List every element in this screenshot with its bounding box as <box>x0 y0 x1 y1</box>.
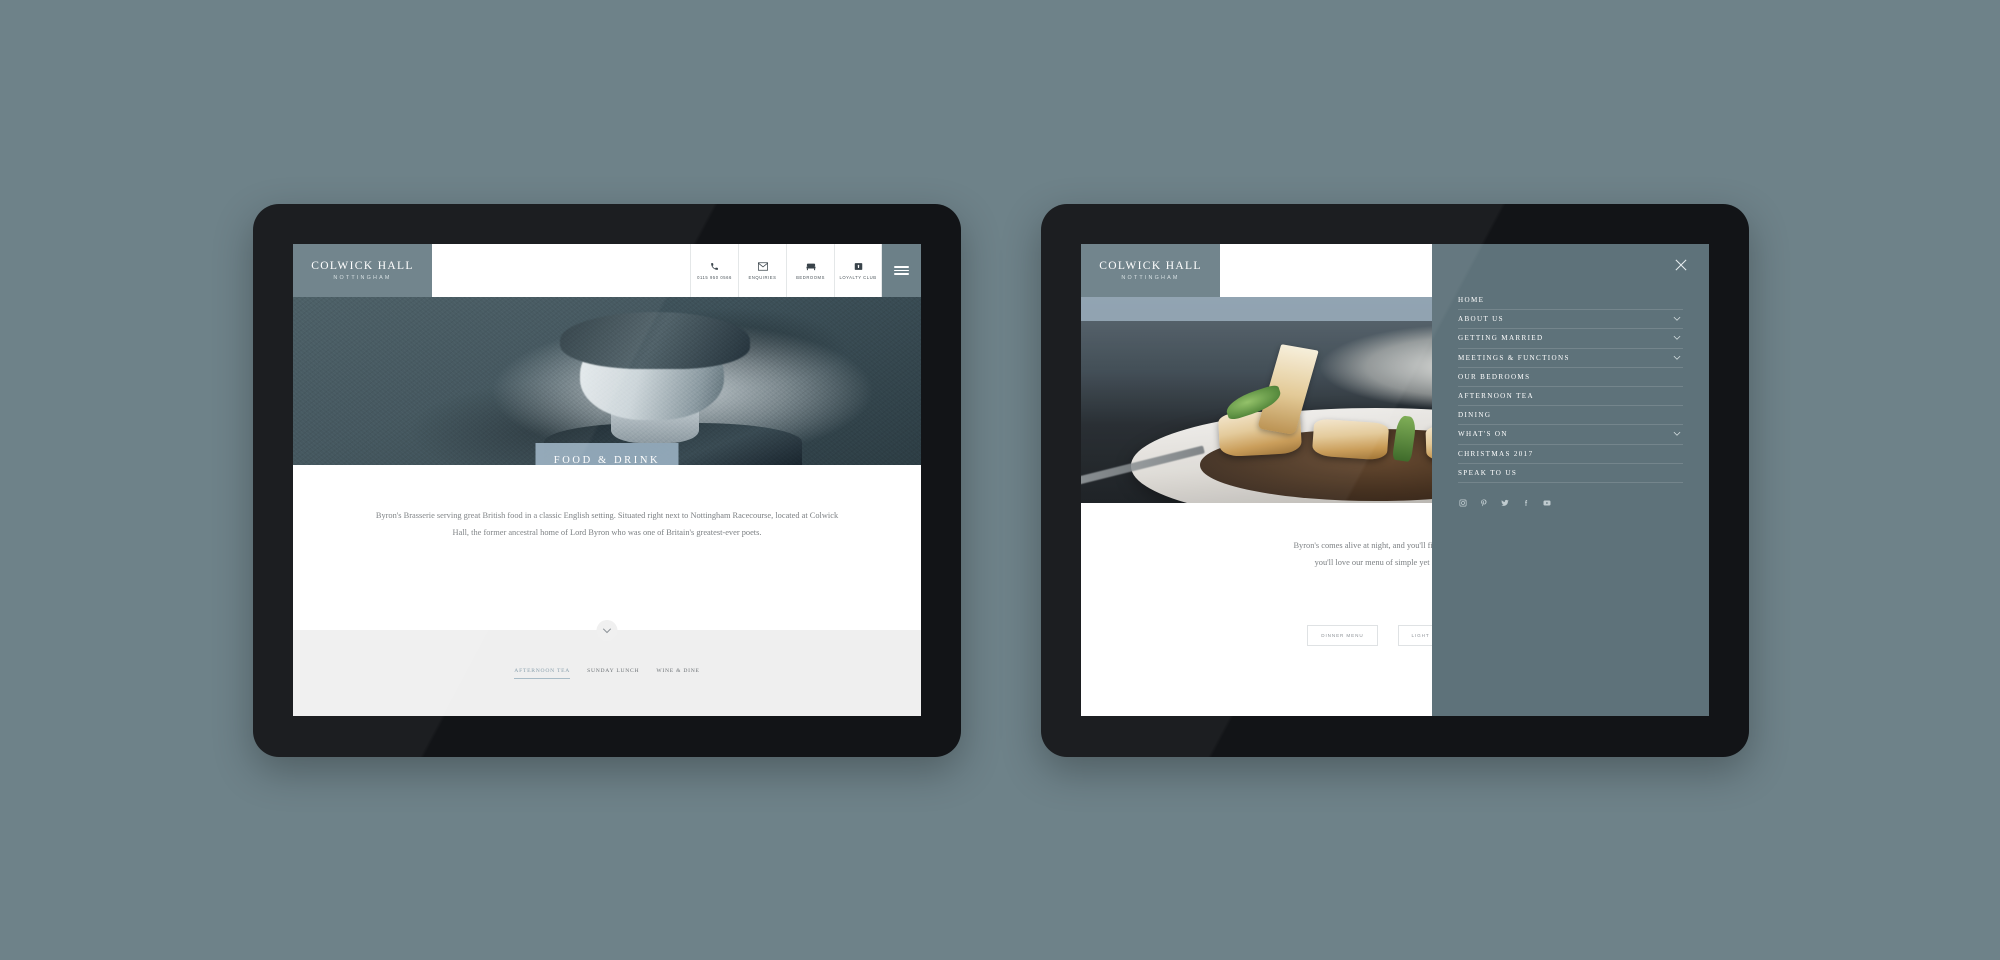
nav-item-about-us[interactable]: ABOUT US <box>1458 310 1683 330</box>
right-screen: COLWICK HALL NOTTINGHAM Byron's comes al… <box>1081 244 1709 716</box>
chevron-down-icon[interactable] <box>1673 432 1681 437</box>
facebook-icon[interactable] <box>1522 499 1530 507</box>
tab-afternoon-tea[interactable]: AFTERNOON TEA <box>514 668 571 679</box>
hero-title-plate: FOOD & DRINK AT COLWICK HALL <box>535 443 679 466</box>
brand-subtitle: NOTTINGHAM <box>333 275 392 281</box>
brand-logo-right[interactable]: COLWICK HALL NOTTINGHAM <box>1081 244 1220 297</box>
nav-item-label: MEETINGS & FUNCTIONS <box>1458 353 1570 362</box>
left-screen: COLWICK HALL NOTTINGHAM 0115 950 0566 EN… <box>293 244 921 716</box>
header-action-phone[interactable]: 0115 950 0566 <box>690 244 738 297</box>
brand-logo-left[interactable]: COLWICK HALL NOTTINGHAM <box>293 244 432 297</box>
portrait-illustration <box>544 305 802 465</box>
pinterest-icon[interactable] <box>1480 499 1488 507</box>
header-action-phone-label: 0115 950 0566 <box>697 274 732 280</box>
social-links <box>1458 499 1683 507</box>
nav-item-whats-on[interactable]: WHAT'S ON <box>1458 425 1683 445</box>
site-header-left: COLWICK HALL NOTTINGHAM 0115 950 0566 EN… <box>293 244 921 297</box>
brand-subtitle: NOTTINGHAM <box>1121 275 1180 281</box>
header-action-loyalty-club-label: LOYALTY CLUB <box>839 274 877 280</box>
nav-item-label: SPEAK TO US <box>1458 468 1518 477</box>
chevron-down-icon[interactable] <box>596 620 618 641</box>
nav-item-meetings-and-functions[interactable]: MEETINGS & FUNCTIONS <box>1458 349 1683 368</box>
nav-item-label: HOME <box>1458 296 1485 305</box>
nav-item-getting-married[interactable]: GETTING MARRIED <box>1458 329 1683 349</box>
header-action-loyalty-club[interactable]: LOYALTY CLUB <box>834 244 882 297</box>
dinner-menu-button[interactable]: DINNER MENU <box>1307 625 1378 646</box>
phone-icon <box>710 262 719 271</box>
nav-item-afternoon-tea[interactable]: AFTERNOON TEA <box>1458 387 1683 407</box>
bed-icon <box>806 262 816 271</box>
chevron-down-icon[interactable] <box>1673 355 1681 360</box>
nav-item-christmas-2017[interactable]: CHRISTMAS 2017 <box>1458 445 1683 464</box>
navigation-menu-list: HOME ABOUT US GETTING MARRIED MEETINGS &… <box>1458 291 1683 483</box>
close-icon[interactable] <box>1673 257 1689 273</box>
hero-image-byron-portrait <box>293 297 921 465</box>
tab-strip: AFTERNOON TEA SUNDAY LUNCH WINE & DINE <box>293 630 921 716</box>
instagram-icon[interactable] <box>1459 499 1467 507</box>
header-action-bedrooms[interactable]: BEDROOMS <box>786 244 834 297</box>
header-action-enquiries-label: ENQUIRIES <box>748 274 777 280</box>
intro-section-left: Byron's Brasserie serving great British … <box>293 465 921 630</box>
tab-sunday-lunch[interactable]: SUNDAY LUNCH <box>587 668 639 678</box>
nav-item-speak-to-us[interactable]: SPEAK TO US <box>1458 464 1683 483</box>
tablet-device-left: COLWICK HALL NOTTINGHAM 0115 950 0566 EN… <box>253 204 961 757</box>
tab-wine-and-dine[interactable]: WINE & DINE <box>656 668 699 678</box>
nav-item-label: GETTING MARRIED <box>1458 334 1544 343</box>
youtube-icon[interactable] <box>1543 499 1551 507</box>
brand-name: COLWICK HALL <box>1099 260 1202 272</box>
card-icon <box>854 262 863 271</box>
scallop-shape <box>1312 418 1390 461</box>
nav-item-label: ABOUT US <box>1458 315 1504 324</box>
screenshot-stage: COLWICK HALL NOTTINGHAM 0115 950 0566 EN… <box>0 0 2000 960</box>
page-title: FOOD & DRINK <box>553 454 661 466</box>
nav-item-home[interactable]: HOME <box>1458 291 1683 311</box>
header-action-bedrooms-label: BEDROOMS <box>796 274 825 280</box>
nav-item-dining[interactable]: DINING <box>1458 406 1683 426</box>
header-actions: 0115 950 0566 ENQUIRIES BEDROOMS LOYALTY… <box>690 244 882 297</box>
header-action-enquiries[interactable]: ENQUIRIES <box>738 244 786 297</box>
nav-item-label: WHAT'S ON <box>1458 430 1508 439</box>
header-spacer <box>432 244 690 297</box>
slideout-navigation-panel: HOME ABOUT US GETTING MARRIED MEETINGS &… <box>1432 244 1709 716</box>
twitter-icon[interactable] <box>1501 499 1509 507</box>
hero-banner-left: FOOD & DRINK AT COLWICK HALL <box>293 297 921 465</box>
nav-item-label: CHRISTMAS 2017 <box>1458 449 1534 458</box>
chevron-down-icon[interactable] <box>1673 336 1681 341</box>
chevron-down-icon[interactable] <box>1673 317 1681 322</box>
envelope-icon <box>757 261 768 271</box>
intro-paragraph: Byron's Brasserie serving great British … <box>375 511 839 538</box>
brand-name: COLWICK HALL <box>311 260 414 272</box>
hamburger-icon[interactable] <box>882 244 921 297</box>
nav-item-label: OUR BEDROOMS <box>1458 372 1531 381</box>
nav-item-label: DINING <box>1458 411 1492 420</box>
nav-item-label: AFTERNOON TEA <box>1458 392 1534 401</box>
nav-item-our-bedrooms[interactable]: OUR BEDROOMS <box>1458 368 1683 387</box>
tablet-device-right: COLWICK HALL NOTTINGHAM Byron's comes al… <box>1041 204 1749 757</box>
